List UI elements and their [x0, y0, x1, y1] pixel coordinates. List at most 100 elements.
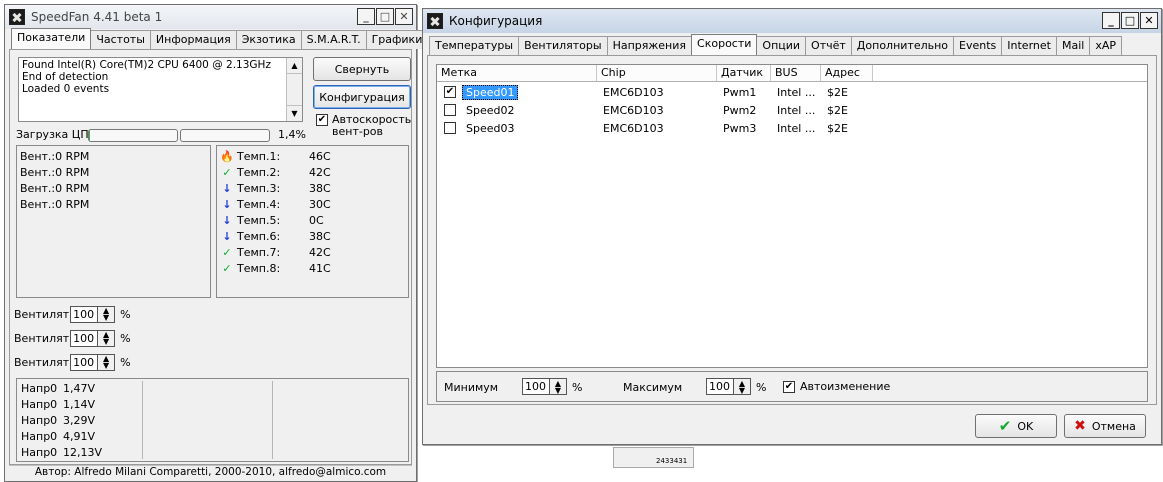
temp-label: Темп.2:: [237, 166, 281, 179]
ok-button[interactable]: ✔ OK: [975, 414, 1057, 438]
config-tab-6[interactable]: Дополнительно: [850, 36, 955, 55]
row-label-cell: Speed02: [437, 104, 597, 117]
checkmark-icon: ✓: [222, 166, 232, 179]
auto-change-checkbox[interactable]: ✔ Автоизменение: [783, 380, 890, 393]
min-value[interactable]: 100: [522, 378, 550, 395]
tab-5[interactable]: Графики: [365, 30, 429, 49]
close-window-button[interactable]: ✕: [395, 8, 413, 25]
table-row[interactable]: Speed02 EMC6D103 Pwm2 Intel ... $2E: [437, 101, 1147, 119]
fan-speed-value[interactable]: 100: [70, 353, 99, 371]
min-updown-icon[interactable]: ▲ ▼: [550, 378, 567, 395]
fan-speed-value[interactable]: 100: [70, 305, 99, 323]
row-checkbox[interactable]: [444, 104, 456, 116]
speedfan-app-icon: [9, 9, 25, 25]
auto-change-label: Автоизменение: [800, 380, 891, 393]
scroll-down-icon[interactable]: ▼: [287, 105, 302, 121]
speeds-list[interactable]: Метка Chip Датчик BUS Адрес ✔ Speed01 EMC6D103…: [436, 64, 1148, 368]
cpu-load-bar-2: [180, 129, 270, 142]
fan-speed-value[interactable]: 100: [70, 329, 99, 347]
scroll-up-icon[interactable]: ▲: [287, 58, 302, 74]
configure-button[interactable]: Конфигурация: [313, 85, 411, 109]
config-tab-5[interactable]: Отчёт: [805, 36, 852, 55]
tab-3[interactable]: Экзотика: [235, 30, 302, 49]
min-percent: %: [572, 381, 583, 394]
min-label: Минимум: [444, 381, 499, 394]
config-tab-10[interactable]: xAP: [1089, 36, 1122, 55]
tab-1[interactable]: Частоты: [90, 30, 151, 49]
minimize-window-button[interactable]: _: [357, 8, 375, 25]
speeds-list-header: Метка Chip Датчик BUS Адрес: [437, 65, 1147, 82]
voltage-row: Напр0 1,47V: [21, 381, 141, 397]
fan-speed-unit: %: [120, 307, 131, 321]
config-window: Конфигурация _ □ ✕ Температуры Вентилятор…: [422, 8, 1162, 445]
log-line: End of detection: [22, 71, 109, 83]
config-tab-4[interactable]: Опции: [756, 36, 807, 55]
column-header[interactable]: Chip: [597, 65, 717, 81]
config-tab-1[interactable]: Вентиляторы: [518, 36, 608, 55]
row-label: Speed03: [466, 121, 515, 135]
cpu-load-fill: [89, 130, 91, 141]
cancel-label: Отмена: [1091, 419, 1136, 433]
maximize-window-button[interactable]: □: [376, 8, 394, 25]
tab-0[interactable]: Показатели: [11, 28, 92, 49]
config-tab-8[interactable]: Internet: [1001, 36, 1057, 55]
row-checkbox[interactable]: ✔: [444, 86, 456, 98]
voltage-value: 4,91V: [63, 430, 96, 443]
log-scrollbar[interactable]: ▲ ▼: [286, 58, 302, 121]
speeds-tab-panel: Метка Chip Датчик BUS Адрес ✔ Speed01 EMC6D103…: [427, 55, 1157, 405]
auto-speed-checkbox[interactable]: ✔ Автоскорость вент-ров: [316, 114, 412, 138]
voltage-label: Напр0: [21, 414, 58, 427]
voltage-list: Напр0 1,47V Напр0 1,14V Напр0 3,29V Напр0 4,91V…: [21, 381, 141, 461]
voltage-row: Напр0 3,29V: [21, 413, 141, 429]
config-titlebar[interactable]: Конфигурация _ □ ✕: [423, 9, 1161, 33]
min-spinner[interactable]: 100 ▲ ▼: [522, 378, 567, 395]
config-tab-3[interactable]: Скорости: [691, 34, 758, 55]
max-updown-icon[interactable]: ▲ ▼: [734, 378, 751, 395]
ok-label: OK: [1017, 419, 1034, 433]
table-row[interactable]: ✔ Speed01 EMC6D103 Pwm1 Intel ... $2E: [437, 83, 1147, 101]
fan-speed-updown-icon[interactable]: ▲ ▼: [98, 353, 116, 371]
log-box[interactable]: Found Intel(R) Core(TM)2 CPU 6400 @ 2.13…: [18, 57, 303, 122]
row-checkbox[interactable]: [444, 122, 456, 134]
fan-speed-spinner[interactable]: 100 ▲ ▼: [70, 353, 116, 371]
fan-speed-updown-icon[interactable]: ▲ ▼: [98, 329, 116, 347]
auto-speed-check-icon: ✔: [316, 114, 328, 126]
voltage-label: Напр0: [21, 446, 58, 459]
max-percent: %: [756, 381, 767, 394]
config-tab-9[interactable]: Mail: [1055, 36, 1091, 55]
config-maximize-button[interactable]: □: [1121, 12, 1139, 29]
tab-2[interactable]: Информация: [149, 30, 237, 49]
column-header[interactable]: Адрес: [821, 65, 873, 81]
close-icon: ✕: [1144, 14, 1154, 27]
fan-speed-unit: %: [120, 331, 131, 345]
voltages-panel: Напр0 1,47V Напр0 1,14V Напр0 3,29V Напр0 4,91V…: [16, 378, 409, 462]
cancel-x-icon: ✖: [1074, 418, 1086, 434]
fan-control-label: Вентилят: [14, 307, 70, 321]
speedfan-title: SpeedFan 4.41 beta 1: [31, 10, 163, 24]
config-tab-2[interactable]: Напряжения: [606, 36, 693, 55]
max-value[interactable]: 100: [706, 378, 734, 395]
column-header[interactable]: Метка: [437, 65, 597, 81]
cpu-load-label: Загрузка ЦП: [16, 128, 89, 141]
fan-reading: Вент.:0 RPM: [20, 150, 90, 163]
column-header[interactable]: Датчик: [717, 65, 771, 81]
speedfan-tabs: Показатели Частоты Информация Экзотика S.M.A…: [11, 28, 429, 49]
minimize-speedfan-button[interactable]: Свернуть: [313, 57, 411, 81]
temp-label: Темп.6:: [237, 230, 281, 243]
config-tab-7[interactable]: Events: [953, 36, 1003, 55]
arrow-down-icon: ↓: [222, 198, 232, 211]
max-spinner[interactable]: 100 ▲ ▼: [706, 378, 751, 395]
configure-label: Конфигурация: [319, 90, 405, 104]
column-header[interactable]: BUS: [771, 65, 821, 81]
fan-speed-spinner[interactable]: 100 ▲ ▼: [70, 305, 116, 323]
cancel-button[interactable]: ✖ Отмена: [1064, 414, 1146, 438]
tab-4[interactable]: S.M.A.R.T.: [300, 30, 367, 49]
fan-speed-updown-icon[interactable]: ▲ ▼: [98, 305, 116, 323]
fan-controls: Вентилят 100 ▲ ▼% Вентилят 100 ▲ ▼% Вентилят 100 ▲…: [14, 304, 314, 376]
table-row[interactable]: Speed03 EMC6D103 Pwm3 Intel ... $2E: [437, 119, 1147, 137]
fan-speed-spinner[interactable]: 100 ▲ ▼: [70, 329, 116, 347]
config-minimize-button[interactable]: _: [1102, 12, 1120, 29]
speedfan-titlebar[interactable]: SpeedFan 4.41 beta 1 _ □ ✕: [5, 5, 416, 29]
config-tab-0[interactable]: Температуры: [429, 36, 520, 55]
config-close-button[interactable]: ✕: [1140, 12, 1158, 29]
